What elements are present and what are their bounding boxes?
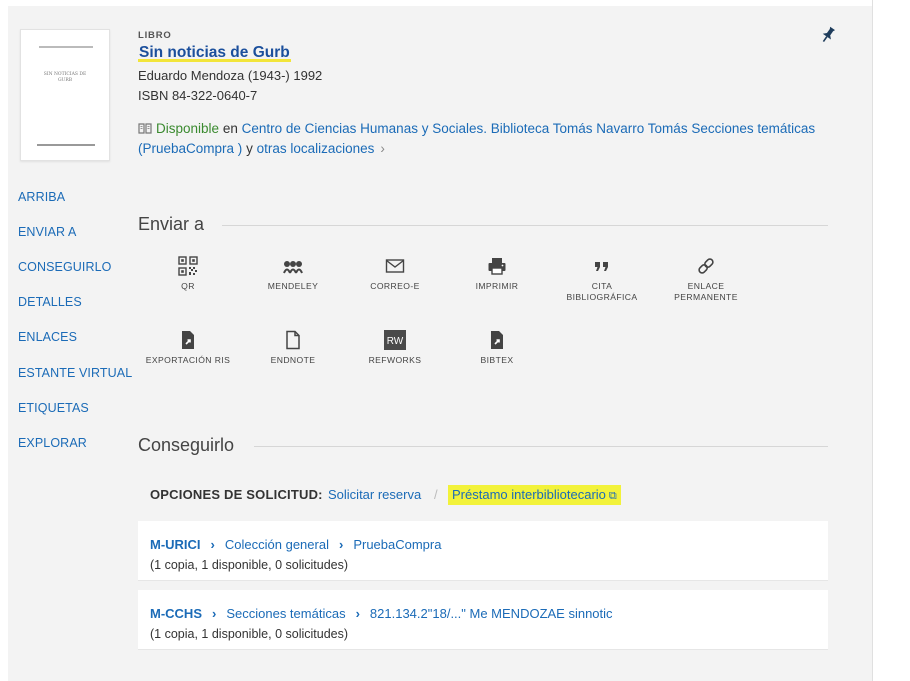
record-author: Eduardo Mendoza (1943-) 1992 [138,68,323,83]
file-export-icon [182,331,194,349]
envelope-icon [385,259,405,273]
quote-icon [595,262,608,271]
holding-location-2[interactable]: M-CCHS › Secciones temáticas › 821.134.2"18/… [138,590,828,650]
send-citation-button[interactable]: CITA BIBLIOGRÁFICA [557,256,647,303]
send-bibtex-label: BIBTEX [480,355,514,365]
availability-location[interactable]: Centro de Ciencias Humanas y Sociales. B… [138,121,815,156]
send-to-heading: Enviar a [138,214,205,234]
send-mendeley-label: MENDELEY [267,281,319,291]
holding-collection: Secciones temáticas [226,606,346,621]
interlibrary-loan-label: Préstamo interbibliotecario [452,487,606,502]
send-to-divider [222,225,828,226]
chevron-right-icon: › [338,537,344,552]
sidenav-item-etiquetas[interactable]: ETIQUETAS [18,401,89,415]
cover-author-line [39,46,93,48]
chevron-right-icon: › [355,606,360,621]
file-icon [286,330,300,350]
get-it-divider [254,446,828,447]
send-print-button[interactable]: IMPRIMIR [452,256,542,292]
refworks-icon: RW [384,330,406,350]
send-refworks-label: REFWORKS [368,355,422,365]
right-rail [872,0,910,681]
holding-library: M-CCHS [150,606,202,621]
request-hold-link[interactable]: Solicitar reserva [328,487,421,502]
holding-call-number: 821.134.2"18/..." Me MENDOZAE sinnotic [369,606,613,621]
sidenav-item-enlaces[interactable]: ENLACES [18,330,77,344]
pin-icon[interactable] [820,26,836,44]
send-mendeley-button[interactable]: MENDELEY [248,256,338,292]
book-cover-thumbnail[interactable]: SIN NOTICIAS DE GURB [20,29,110,161]
sidenav-item-conseguirlo[interactable]: CONSEGUIRLO [18,260,111,274]
availability-line[interactable]: Disponible en Centro de Ciencias Humanas… [138,119,828,159]
qr-code-icon [178,256,198,276]
printer-icon [488,258,506,275]
record-isbn: ISBN 84-322-0640-7 [138,88,258,103]
external-link-icon: ⧉ [608,490,617,502]
holding-collection: Colección general [224,537,329,552]
get-it-heading: Conseguirlo [138,435,235,455]
mendeley-icon [283,261,303,274]
send-permalink-button[interactable]: ENLACE PERMANENTE [661,256,751,303]
send-qr-button[interactable]: QR [143,256,233,292]
send-endnote-label: ENDNOTE [270,355,316,365]
availability-status: Disponible [156,121,220,136]
sidenav-item-detalles[interactable]: DETALLES [18,295,82,309]
sidenav-item-arriba[interactable]: ARRIBA [18,190,65,204]
request-options-bar: OPCIONES DE SOLICITUD: Solicitar reserva… [138,476,828,514]
holding-items-summary: (1 copia, 1 disponible, 0 solicitudes) [150,558,349,572]
send-ris-export-button[interactable]: EXPORTACIÓN RIS [143,330,233,366]
resource-type: LIBRO [138,30,172,41]
send-ris-export-label: EXPORTACIÓN RIS [145,355,231,365]
chevron-right-icon: › [210,537,215,552]
holding-call-number: PruebaCompra [353,537,442,552]
chevron-right-icon: › [380,141,385,156]
chevron-right-icon: › [212,606,217,621]
refworks-badge: RW [387,336,404,347]
file-export-icon [491,331,503,349]
open-book-icon [138,123,152,134]
sidenav-item-enviar-a[interactable]: ENVIAR A [18,225,76,239]
holding-items-summary: (1 copia, 1 disponible, 0 solicitudes) [150,627,349,641]
request-separator: / [434,487,438,502]
link-icon [698,258,714,274]
availability-other-locations[interactable]: otras localizaciones [257,141,375,156]
send-citation-label: CITA BIBLIOGRÁFICA [566,281,638,302]
holding-library: M-URICI [150,537,201,552]
record-title[interactable]: Sin noticias de Gurb [138,44,291,62]
holding-location-1[interactable]: M-URICI › Colección general › PruebaCompra (… [138,521,828,581]
sidenav-item-explorar[interactable]: EXPLORAR [18,436,87,450]
sidenav-item-estante-virtual[interactable]: ESTANTE VIRTUAL [18,366,132,380]
availability-en: en [222,121,238,136]
send-email-label: CORREO-E [370,281,420,291]
holding-path-1: M-URICI › Colección general › PruebaCompra [150,537,441,552]
availability-y: y [246,141,253,156]
request-options-label: OPCIONES DE SOLICITUD: [150,487,323,502]
send-print-label: IMPRIMIR [475,281,519,291]
send-refworks-button[interactable]: RW REFWORKS [350,330,440,366]
send-bibtex-button[interactable]: BIBTEX [452,330,542,366]
cover-title: SIN NOTICIAS DE GURB [43,72,87,83]
send-qr-label: QR [181,281,195,291]
interlibrary-loan-link[interactable]: Préstamo interbibliotecario ⧉ [448,485,621,505]
holding-path-2: M-CCHS › Secciones temáticas › 821.134.2"18/… [150,606,613,621]
send-email-button[interactable]: CORREO-E [350,256,440,292]
send-endnote-button[interactable]: ENDNOTE [248,330,338,366]
cover-publisher-line [37,144,95,146]
send-permalink-label: ENLACE PERMANENTE [674,281,738,302]
